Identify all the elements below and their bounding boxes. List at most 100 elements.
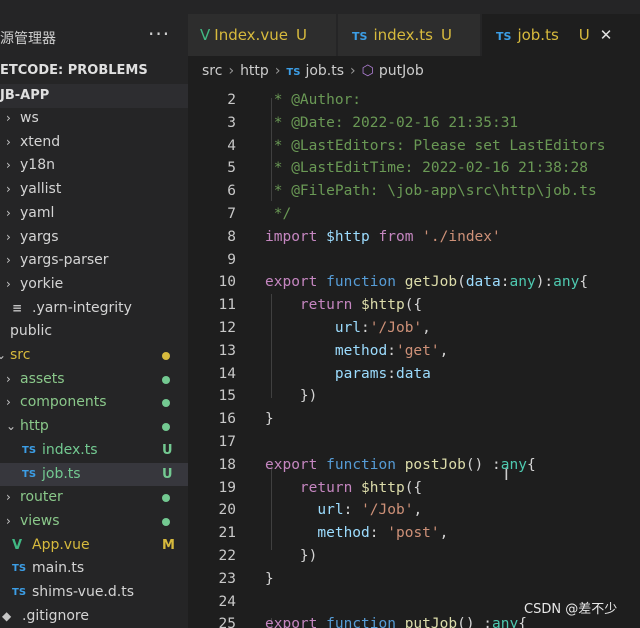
git-status-dot: [162, 352, 170, 360]
code-editor[interactable]: 2 * @Author: 3 * @Date: 2022-02-16 21:35:…: [188, 86, 640, 628]
method-symbol-icon: ⬡: [361, 63, 374, 79]
tree-item[interactable]: › yargs: [0, 226, 188, 249]
tree-item[interactable]: › yallist: [0, 178, 188, 201]
tree-item[interactable]: › yorkie: [0, 273, 188, 296]
line-number: 19: [218, 480, 236, 496]
tree-item[interactable]: › views: [0, 510, 188, 533]
chevron-right-icon: ›: [6, 253, 11, 267]
tree-item[interactable]: › y18n: [0, 154, 188, 177]
tree-item[interactable]: › public: [0, 320, 188, 343]
code-token: }): [265, 548, 318, 564]
open-editors-section[interactable]: ETCODE: PROBLEMS: [0, 60, 188, 82]
breadcrumb-item[interactable]: putJob: [379, 63, 424, 79]
code-token: ({: [404, 297, 423, 313]
code-line: 20 url: '/Job',: [188, 499, 640, 522]
tree-item[interactable]: ≡ .yarn-integrity: [0, 297, 188, 320]
line-number: 5: [227, 160, 236, 176]
line-number: 20: [218, 502, 236, 518]
tree-item[interactable]: V App.vue M: [0, 534, 188, 557]
chevron-right-icon: ›: [6, 230, 11, 244]
line-number: 17: [218, 434, 236, 450]
tree-item[interactable]: TS main.ts: [0, 557, 188, 580]
code-token: '/Job': [369, 320, 423, 336]
tree-item[interactable]: ⌄ http: [0, 415, 188, 438]
tree-item[interactable]: ⌄ src: [0, 344, 188, 367]
tree-item[interactable]: TS shims-vue.d.ts: [0, 581, 188, 604]
chevron-down-icon: ⌄: [0, 348, 7, 362]
breadcrumb-item[interactable]: http: [240, 63, 269, 79]
code-line: 13 method:'get',: [188, 340, 640, 363]
chevron-right-icon: ›: [274, 63, 281, 79]
code-text: method:'get',: [265, 340, 449, 363]
tree-item[interactable]: ◆ .gitignore: [0, 605, 188, 628]
code-line: 6 * @FilePath: \job-app\src\http\job.ts: [188, 180, 640, 203]
code-text: method: 'post',: [265, 522, 448, 545]
breadcrumb: src › http › TS job.ts › ⬡ putJob: [188, 56, 640, 86]
breadcrumb-item[interactable]: src: [202, 63, 222, 79]
code-token: 'get': [395, 343, 440, 359]
code-line: 17: [188, 431, 640, 454]
tab-label: Index.vue: [214, 26, 288, 44]
code-line: 10 export function getJob(data:any):any{: [188, 271, 640, 294]
code-token: :: [361, 320, 370, 336]
tab-label: index.ts: [373, 26, 433, 44]
code-token: export: [265, 616, 318, 628]
tree-item-label: main.ts: [32, 560, 85, 576]
code-token: return: [299, 297, 353, 313]
code-line: 5 * @LastEditTime: 2022-02-16 21:38:28: [188, 157, 640, 180]
code-line: 4 * @LastEditors: Please set LastEditors: [188, 135, 640, 158]
tree-item[interactable]: › yargs-parser: [0, 249, 188, 272]
close-icon[interactable]: ✕: [600, 26, 613, 44]
tab-index-vue[interactable]: V Index.vue U: [188, 14, 336, 56]
line-number: 18: [218, 457, 236, 473]
code-token: () :: [457, 616, 493, 628]
text-cursor-icon: I: [504, 465, 509, 484]
chevron-right-icon: ›: [6, 490, 11, 504]
tree-item[interactable]: TS job.ts U: [0, 463, 188, 486]
line-number: 3: [227, 115, 236, 131]
tree-item[interactable]: › yaml: [0, 202, 188, 225]
code-token: import: [265, 229, 318, 245]
line-number: 4: [227, 138, 236, 154]
tab-job-ts[interactable]: TS job.ts U ✕: [482, 14, 640, 56]
tree-item[interactable]: › ws: [0, 107, 188, 130]
code-token: $http: [361, 297, 405, 313]
tree-item[interactable]: › components: [0, 391, 188, 414]
code-token: return: [299, 480, 353, 496]
ts-file-icon: TS: [22, 445, 37, 456]
line-number: 7: [227, 206, 236, 222]
more-actions-icon[interactable]: ···: [148, 22, 170, 46]
workspace-root[interactable]: JB-APP: [0, 84, 188, 108]
code-token: ,: [439, 525, 449, 541]
code-token: export: [265, 274, 318, 290]
tree-item[interactable]: › router: [0, 486, 188, 509]
ts-file-icon: TS: [22, 469, 37, 480]
code-token: putJob: [404, 616, 458, 628]
tree-item-label: yargs: [20, 229, 59, 245]
breadcrumb-item[interactable]: job.ts: [305, 63, 344, 79]
tree-item[interactable]: TS index.ts U: [0, 439, 188, 462]
code-text: export function getJob(data:any):any{: [265, 271, 588, 294]
tab-index-ts[interactable]: TS index.ts U: [338, 14, 480, 56]
tree-item[interactable]: › xtend: [0, 131, 188, 154]
tree-item-label: components: [20, 394, 107, 410]
tab-status: U: [295, 26, 307, 44]
tree-item[interactable]: › assets: [0, 368, 188, 391]
code-token: function: [326, 274, 396, 290]
git-status-badge: U: [162, 467, 173, 482]
git-status-dot: [162, 376, 170, 384]
chevron-right-icon: ›: [6, 158, 11, 172]
line-number: 14: [218, 366, 236, 382]
code-token: * @LastEditors: Please set LastEditors: [265, 138, 606, 154]
line-number: 6: [227, 183, 236, 199]
chevron-right-icon: ›: [6, 395, 11, 409]
code-text: }): [265, 545, 317, 568]
code-line: 14 params:data: [188, 363, 640, 386]
tab-status: U: [440, 26, 452, 44]
